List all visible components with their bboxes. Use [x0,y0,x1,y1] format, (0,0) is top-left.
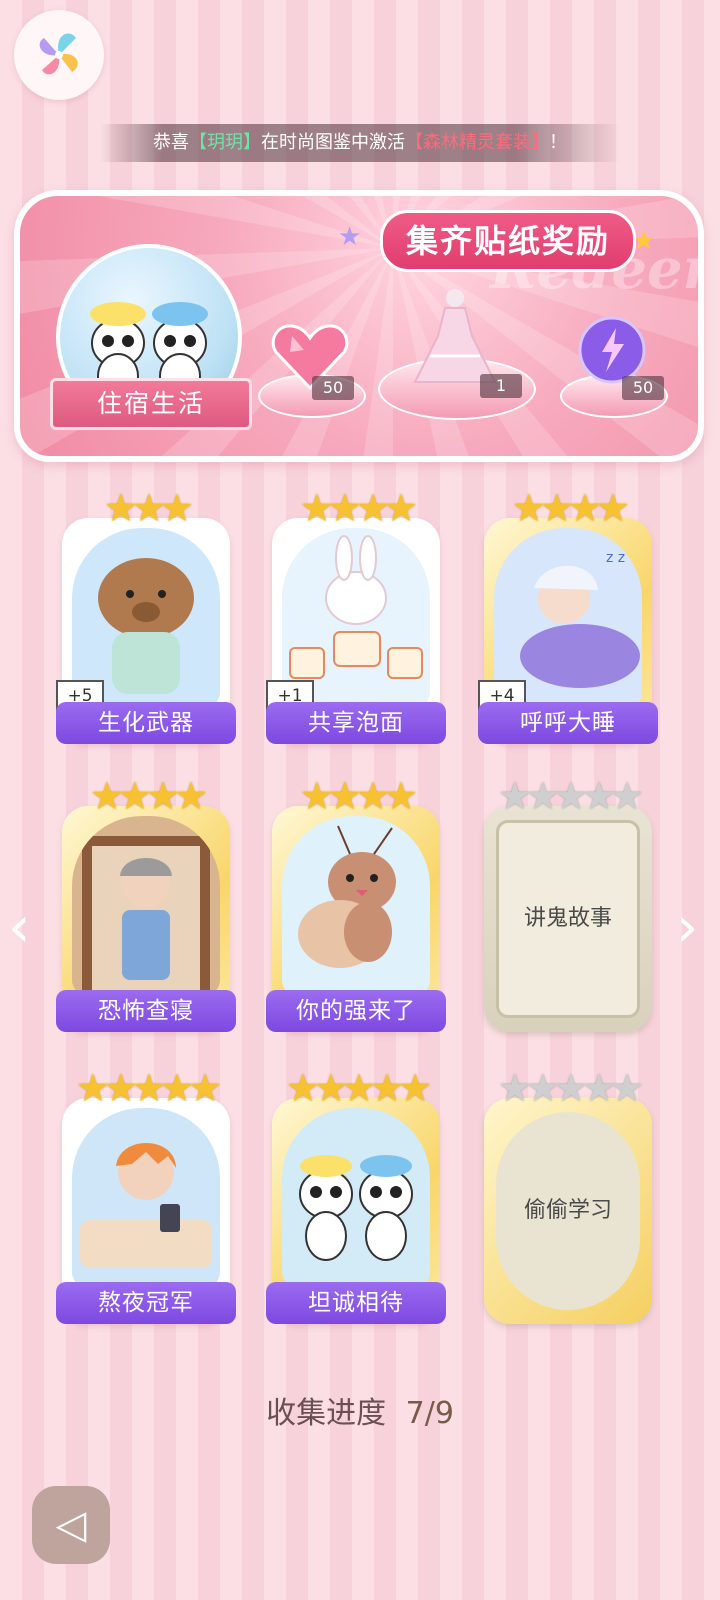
star-rating: ★★★★★ [75,1066,222,1110]
locked-card-title: 偷偷学习 [496,1112,640,1310]
theme-label: 住宿生活 [50,378,252,430]
locked-sticker-card[interactable]: ★★★★★ 讲鬼故事 [484,774,652,1032]
announcement-ticker: 恭喜【玥玥】在时尚图鉴中激活【森林精灵套装】！ [100,124,620,162]
sticker-card[interactable]: ★★★★ +1 共享泡面 [266,486,446,744]
locked-sticker-card[interactable]: ★★★★★ 偷偷学习 [484,1066,652,1324]
card-title: 熬夜冠军 [56,1282,236,1324]
star-rating: ★★★★★ [497,774,644,818]
ticker-player-name: 【玥玥】 [189,132,261,153]
sticker-card[interactable]: ★★★★ 你的强来了 [266,774,446,1032]
svg-text:z z: z z [606,550,625,566]
card-title: 生化武器 [56,702,236,744]
purple-star-icon: ★ [338,222,362,252]
card-title: 共享泡面 [266,702,446,744]
pandas-shower-art [282,1108,430,1288]
ticker-middle: 在时尚图鉴中激活 [261,132,405,153]
reward-count: 50 [312,376,354,400]
progress-value: 7/9 [405,1396,454,1431]
sticker-card[interactable]: ★★★★ 恐怖查寝 [56,774,236,1032]
app-logo[interactable] [14,10,104,100]
banner-title: 集齐贴纸奖励 [380,210,636,272]
chevron-left-icon[interactable]: ‹ [8,900,30,956]
star-rating: ★★★★★ [497,1066,644,1110]
star-rating: ★★★★ [511,486,630,530]
locked-card-title: 讲鬼故事 [496,820,640,1018]
progress-label: 收集进度 [266,1396,387,1431]
reward-banner: Redeem ★ ★ 集齐贴纸奖励 住宿生活 50 1 [14,190,704,462]
ticker-item-name: 【森林精灵套装】 [405,132,549,153]
sticker-card[interactable]: ★★★★★ 熬夜冠军 [56,1066,236,1324]
sticker-card[interactable]: ★★★★★ 坦诚相待 [266,1066,446,1324]
star-rating: ★★★★★ [285,1066,432,1110]
sticker-card[interactable]: ★★★ +5 生化武器 [56,486,236,744]
pinwheel-logo-icon [39,33,78,75]
boy-phone-bed-art [72,1108,220,1288]
card-title: 你的强来了 [266,990,446,1032]
collection-progress: 收集进度 7/9 [0,1388,720,1432]
chevron-right-icon[interactable]: › [676,900,698,956]
reward-count: 1 [480,374,522,398]
card-title: 恐怖查寝 [56,990,236,1032]
ticker-suffix: ！ [549,132,567,153]
cockroach-wave-art [282,816,430,996]
card-title: 坦诚相待 [266,1282,446,1324]
reward-count: 50 [622,376,664,400]
dorm-aunt-doorway-art [72,816,220,996]
sticker-card[interactable]: ★★★★ z z +4 呼呼大睡 [478,486,658,744]
star-rating: ★★★★ [299,486,418,530]
star-rating: ★★★★ [299,774,418,818]
card-title: 呼呼大睡 [478,702,658,744]
back-button[interactable]: ◁ [32,1486,110,1564]
back-arrow-icon: ◁ [55,1502,87,1548]
ticker-prefix: 恭喜 [153,132,189,153]
dress-outfit-icon[interactable] [400,286,510,386]
star-rating: ★★★★ [89,774,208,818]
star-rating: ★★★ [103,486,194,530]
